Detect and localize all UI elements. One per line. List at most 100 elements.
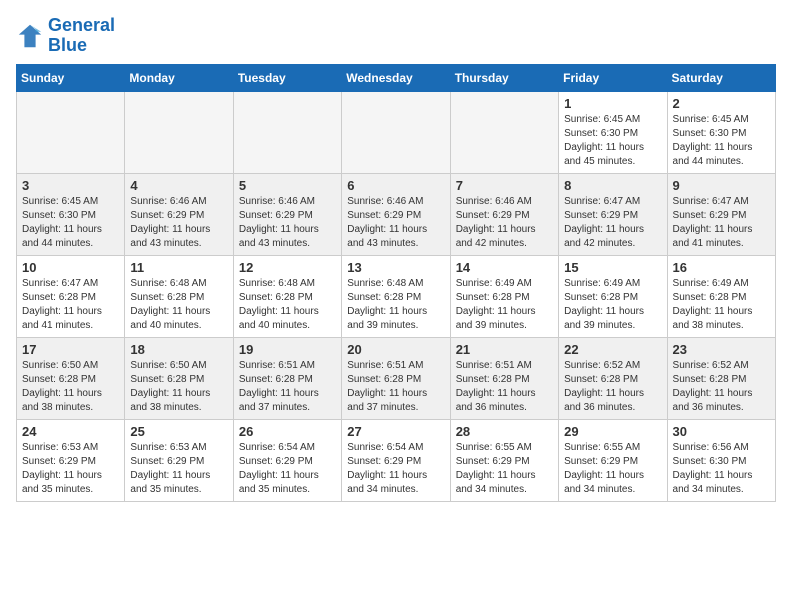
day-number: 19: [239, 342, 336, 357]
day-info: Sunrise: 6:46 AM Sunset: 6:29 PM Dayligh…: [130, 195, 227, 251]
day-info: Sunrise: 6:49 AM Sunset: 6:28 PM Dayligh…: [564, 277, 661, 333]
day-info: Sunrise: 6:52 AM Sunset: 6:28 PM Dayligh…: [673, 359, 770, 415]
calendar-day: 26 Sunrise: 6:54 AM Sunset: 6:29 PM Dayli…: [233, 419, 341, 501]
day-number: 8: [564, 178, 661, 193]
day-number: 7: [456, 178, 553, 193]
weekday-header: Monday: [125, 64, 233, 91]
day-number: 10: [22, 260, 119, 275]
day-info: Sunrise: 6:53 AM Sunset: 6:29 PM Dayligh…: [22, 441, 119, 497]
day-number: 24: [22, 424, 119, 439]
day-info: Sunrise: 6:56 AM Sunset: 6:30 PM Dayligh…: [673, 441, 770, 497]
calendar-day: 20 Sunrise: 6:51 AM Sunset: 6:28 PM Dayli…: [342, 337, 450, 419]
day-info: Sunrise: 6:47 AM Sunset: 6:28 PM Dayligh…: [22, 277, 119, 333]
day-info: Sunrise: 6:45 AM Sunset: 6:30 PM Dayligh…: [673, 113, 770, 169]
calendar-day: 10 Sunrise: 6:47 AM Sunset: 6:28 PM Dayli…: [17, 255, 125, 337]
day-info: Sunrise: 6:50 AM Sunset: 6:28 PM Dayligh…: [22, 359, 119, 415]
calendar-day: 27 Sunrise: 6:54 AM Sunset: 6:29 PM Dayli…: [342, 419, 450, 501]
day-number: 20: [347, 342, 444, 357]
weekday-header: Friday: [559, 64, 667, 91]
day-number: 17: [22, 342, 119, 357]
calendar-day: 12Sunrise: 6:48 AM Sunset: 6:28 PM Dayli…: [233, 255, 341, 337]
day-info: Sunrise: 6:54 AM Sunset: 6:29 PM Dayligh…: [239, 441, 336, 497]
calendar-day: 28 Sunrise: 6:55 AM Sunset: 6:29 PM Dayli…: [450, 419, 558, 501]
calendar-day: 13 Sunrise: 6:48 AM Sunset: 6:28 PM Dayli…: [342, 255, 450, 337]
day-info: Sunrise: 6:54 AM Sunset: 6:29 PM Dayligh…: [347, 441, 444, 497]
day-number: 21: [456, 342, 553, 357]
calendar-day: 17 Sunrise: 6:50 AM Sunset: 6:28 PM Dayli…: [17, 337, 125, 419]
day-number: 13: [347, 260, 444, 275]
day-number: 14: [456, 260, 553, 275]
logo: General Blue: [16, 16, 115, 56]
calendar-day: 6Sunrise: 6:46 AM Sunset: 6:29 PM Daylig…: [342, 173, 450, 255]
calendar-day: 7 Sunrise: 6:46 AM Sunset: 6:29 PM Daylig…: [450, 173, 558, 255]
day-number: 2: [673, 96, 770, 111]
day-number: 3: [22, 178, 119, 193]
logo-icon: [16, 22, 44, 50]
day-number: 23: [673, 342, 770, 357]
day-info: Sunrise: 6:55 AM Sunset: 6:29 PM Dayligh…: [456, 441, 553, 497]
empty-day: [125, 91, 233, 173]
day-info: Sunrise: 6:45 AM Sunset: 6:30 PM Dayligh…: [22, 195, 119, 251]
day-info: Sunrise: 6:51 AM Sunset: 6:28 PM Dayligh…: [347, 359, 444, 415]
day-number: 25: [130, 424, 227, 439]
weekday-header: Wednesday: [342, 64, 450, 91]
day-info: Sunrise: 6:48 AM Sunset: 6:28 PM Dayligh…: [347, 277, 444, 333]
day-number: 28: [456, 424, 553, 439]
day-number: 22: [564, 342, 661, 357]
calendar-day: 21Sunrise: 6:51 AM Sunset: 6:28 PM Dayli…: [450, 337, 558, 419]
day-number: 27: [347, 424, 444, 439]
day-number: 30: [673, 424, 770, 439]
calendar-day: 11 Sunrise: 6:48 AM Sunset: 6:28 PM Dayli…: [125, 255, 233, 337]
day-number: 26: [239, 424, 336, 439]
day-info: Sunrise: 6:46 AM Sunset: 6:29 PM Dayligh…: [347, 195, 444, 251]
weekday-header: Sunday: [17, 64, 125, 91]
day-info: Sunrise: 6:46 AM Sunset: 6:29 PM Dayligh…: [456, 195, 553, 251]
day-info: Sunrise: 6:47 AM Sunset: 6:29 PM Dayligh…: [564, 195, 661, 251]
day-info: Sunrise: 6:48 AM Sunset: 6:28 PM Dayligh…: [239, 277, 336, 333]
calendar-day: 15 Sunrise: 6:49 AM Sunset: 6:28 PM Dayli…: [559, 255, 667, 337]
day-info: Sunrise: 6:45 AM Sunset: 6:30 PM Dayligh…: [564, 113, 661, 169]
day-info: Sunrise: 6:49 AM Sunset: 6:28 PM Dayligh…: [456, 277, 553, 333]
day-number: 16: [673, 260, 770, 275]
weekday-header: Saturday: [667, 64, 775, 91]
calendar-day: 30 Sunrise: 6:56 AM Sunset: 6:30 PM Dayli…: [667, 419, 775, 501]
day-info: Sunrise: 6:48 AM Sunset: 6:28 PM Dayligh…: [130, 277, 227, 333]
calendar-day: 14 Sunrise: 6:49 AM Sunset: 6:28 PM Dayli…: [450, 255, 558, 337]
page-header: General Blue: [16, 16, 776, 56]
calendar-day: 19 Sunrise: 6:51 AM Sunset: 6:28 PM Dayli…: [233, 337, 341, 419]
calendar-day: 22 Sunrise: 6:52 AM Sunset: 6:28 PM Dayli…: [559, 337, 667, 419]
day-number: 5: [239, 178, 336, 193]
calendar-day: 5 Sunrise: 6:46 AM Sunset: 6:29 PM Daylig…: [233, 173, 341, 255]
calendar-day: 1 Sunrise: 6:45 AM Sunset: 6:30 PM Daylig…: [559, 91, 667, 173]
empty-day: [342, 91, 450, 173]
day-number: 15: [564, 260, 661, 275]
day-number: 1: [564, 96, 661, 111]
calendar-day: 24 Sunrise: 6:53 AM Sunset: 6:29 PM Dayli…: [17, 419, 125, 501]
calendar-day: 29Sunrise: 6:55 AM Sunset: 6:29 PM Dayli…: [559, 419, 667, 501]
calendar-day: 9 Sunrise: 6:47 AM Sunset: 6:29 PM Daylig…: [667, 173, 775, 255]
day-number: 9: [673, 178, 770, 193]
day-info: Sunrise: 6:50 AM Sunset: 6:28 PM Dayligh…: [130, 359, 227, 415]
calendar-day: 4 Sunrise: 6:46 AM Sunset: 6:29 PM Daylig…: [125, 173, 233, 255]
calendar-day: 25Sunrise: 6:53 AM Sunset: 6:29 PM Dayli…: [125, 419, 233, 501]
calendar-day: 16 Sunrise: 6:49 AM Sunset: 6:28 PM Dayli…: [667, 255, 775, 337]
calendar-day: 23 Sunrise: 6:52 AM Sunset: 6:28 PM Dayli…: [667, 337, 775, 419]
day-number: 29: [564, 424, 661, 439]
day-number: 4: [130, 178, 227, 193]
empty-day: [233, 91, 341, 173]
day-info: Sunrise: 6:51 AM Sunset: 6:28 PM Dayligh…: [239, 359, 336, 415]
calendar-table: SundayMondayTuesdayWednesdayThursdayFrid…: [16, 64, 776, 502]
weekday-header: Tuesday: [233, 64, 341, 91]
empty-day: [17, 91, 125, 173]
empty-day: [450, 91, 558, 173]
calendar-day: 8 Sunrise: 6:47 AM Sunset: 6:29 PM Daylig…: [559, 173, 667, 255]
day-info: Sunrise: 6:47 AM Sunset: 6:29 PM Dayligh…: [673, 195, 770, 251]
day-number: 18: [130, 342, 227, 357]
calendar-day: 2 Sunrise: 6:45 AM Sunset: 6:30 PM Daylig…: [667, 91, 775, 173]
day-info: Sunrise: 6:49 AM Sunset: 6:28 PM Dayligh…: [673, 277, 770, 333]
calendar-day: 18 Sunrise: 6:50 AM Sunset: 6:28 PM Dayli…: [125, 337, 233, 419]
day-info: Sunrise: 6:52 AM Sunset: 6:28 PM Dayligh…: [564, 359, 661, 415]
calendar-day: 3 Sunrise: 6:45 AM Sunset: 6:30 PM Daylig…: [17, 173, 125, 255]
day-info: Sunrise: 6:46 AM Sunset: 6:29 PM Dayligh…: [239, 195, 336, 251]
day-number: 11: [130, 260, 227, 275]
